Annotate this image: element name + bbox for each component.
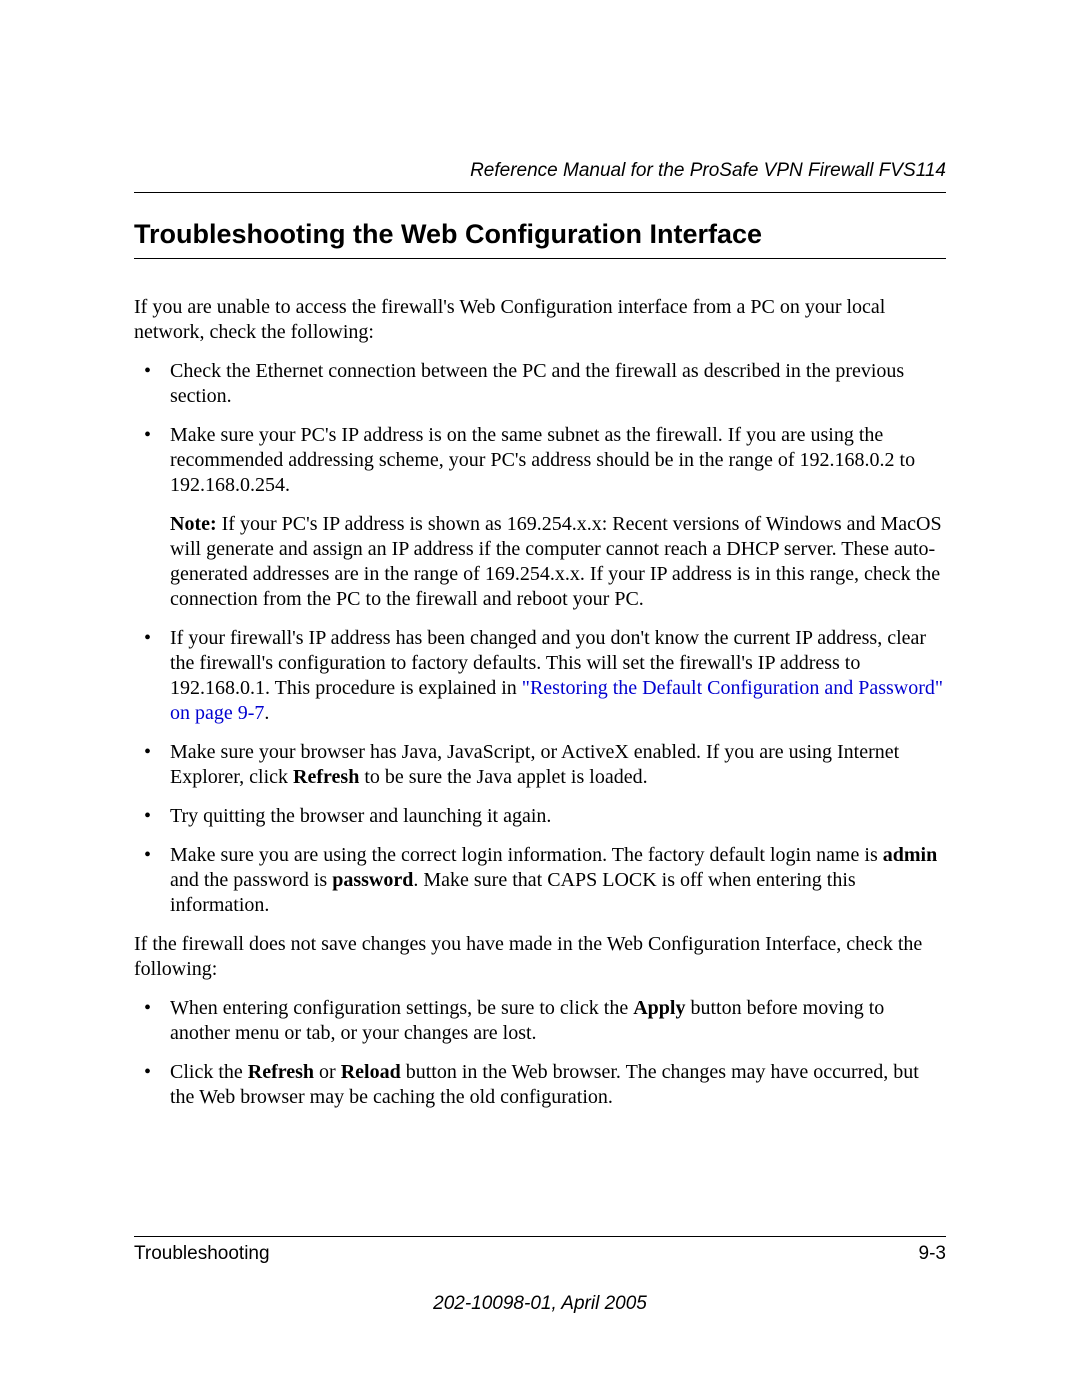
footer-row: Troubleshooting 9-3 (134, 1243, 946, 1265)
list-item: If your firewall's IP address has been c… (134, 626, 946, 726)
list-text: Check the Ethernet connection between th… (170, 360, 904, 407)
list-item: When entering configuration settings, be… (134, 996, 946, 1046)
page: Reference Manual for the ProSafe VPN Fir… (0, 0, 1080, 1397)
note-block: Note: If your PC's IP address is shown a… (170, 512, 946, 612)
bold-term: admin (883, 844, 937, 866)
list-text: Make sure your PC's IP address is on the… (170, 424, 915, 496)
bold-term: Refresh (293, 766, 359, 788)
list-item: Make sure your browser has Java, JavaScr… (134, 740, 946, 790)
list-item: Try quitting the browser and launching i… (134, 804, 946, 829)
list-text: to be sure the Java applet is loaded. (359, 766, 647, 788)
bold-term: Refresh (248, 1061, 314, 1083)
list-text: Try quitting the browser and launching i… (170, 805, 551, 827)
list-text: and the password is (170, 869, 332, 891)
note-text: If your PC's IP address is shown as 169.… (170, 513, 942, 610)
list-item: Click the Refresh or Reload button in th… (134, 1060, 946, 1110)
intro-paragraph: If you are unable to access the firewall… (134, 295, 946, 345)
footer-rule (134, 1236, 946, 1237)
bullet-list-1: Check the Ethernet connection between th… (134, 359, 946, 918)
list-item: Make sure your PC's IP address is on the… (134, 423, 946, 612)
title-rule (134, 258, 946, 259)
list-item: Make sure you are using the correct logi… (134, 843, 946, 918)
note-label: Note: (170, 513, 217, 535)
list-text: When entering configuration settings, be… (170, 997, 633, 1019)
list-text: . (264, 702, 269, 724)
list-item: Check the Ethernet connection between th… (134, 359, 946, 409)
bold-term: Reload (341, 1061, 401, 1083)
list-text: or (314, 1061, 341, 1083)
section-title: Troubleshooting the Web Configuration In… (134, 219, 946, 250)
footer-docinfo: 202-10098-01, April 2005 (134, 1293, 946, 1315)
footer-page-number: 9-3 (919, 1243, 946, 1265)
header-rule (134, 192, 946, 193)
bold-term: password (332, 869, 413, 891)
footer-section: Troubleshooting (134, 1243, 270, 1265)
page-footer: Troubleshooting 9-3 202-10098-01, April … (134, 1236, 946, 1315)
running-header: Reference Manual for the ProSafe VPN Fir… (134, 160, 946, 182)
mid-paragraph: If the firewall does not save changes yo… (134, 932, 946, 982)
bold-term: Apply (633, 997, 685, 1019)
list-text: Click the (170, 1061, 248, 1083)
list-text: Make sure you are using the correct logi… (170, 844, 883, 866)
bullet-list-2: When entering configuration settings, be… (134, 996, 946, 1110)
